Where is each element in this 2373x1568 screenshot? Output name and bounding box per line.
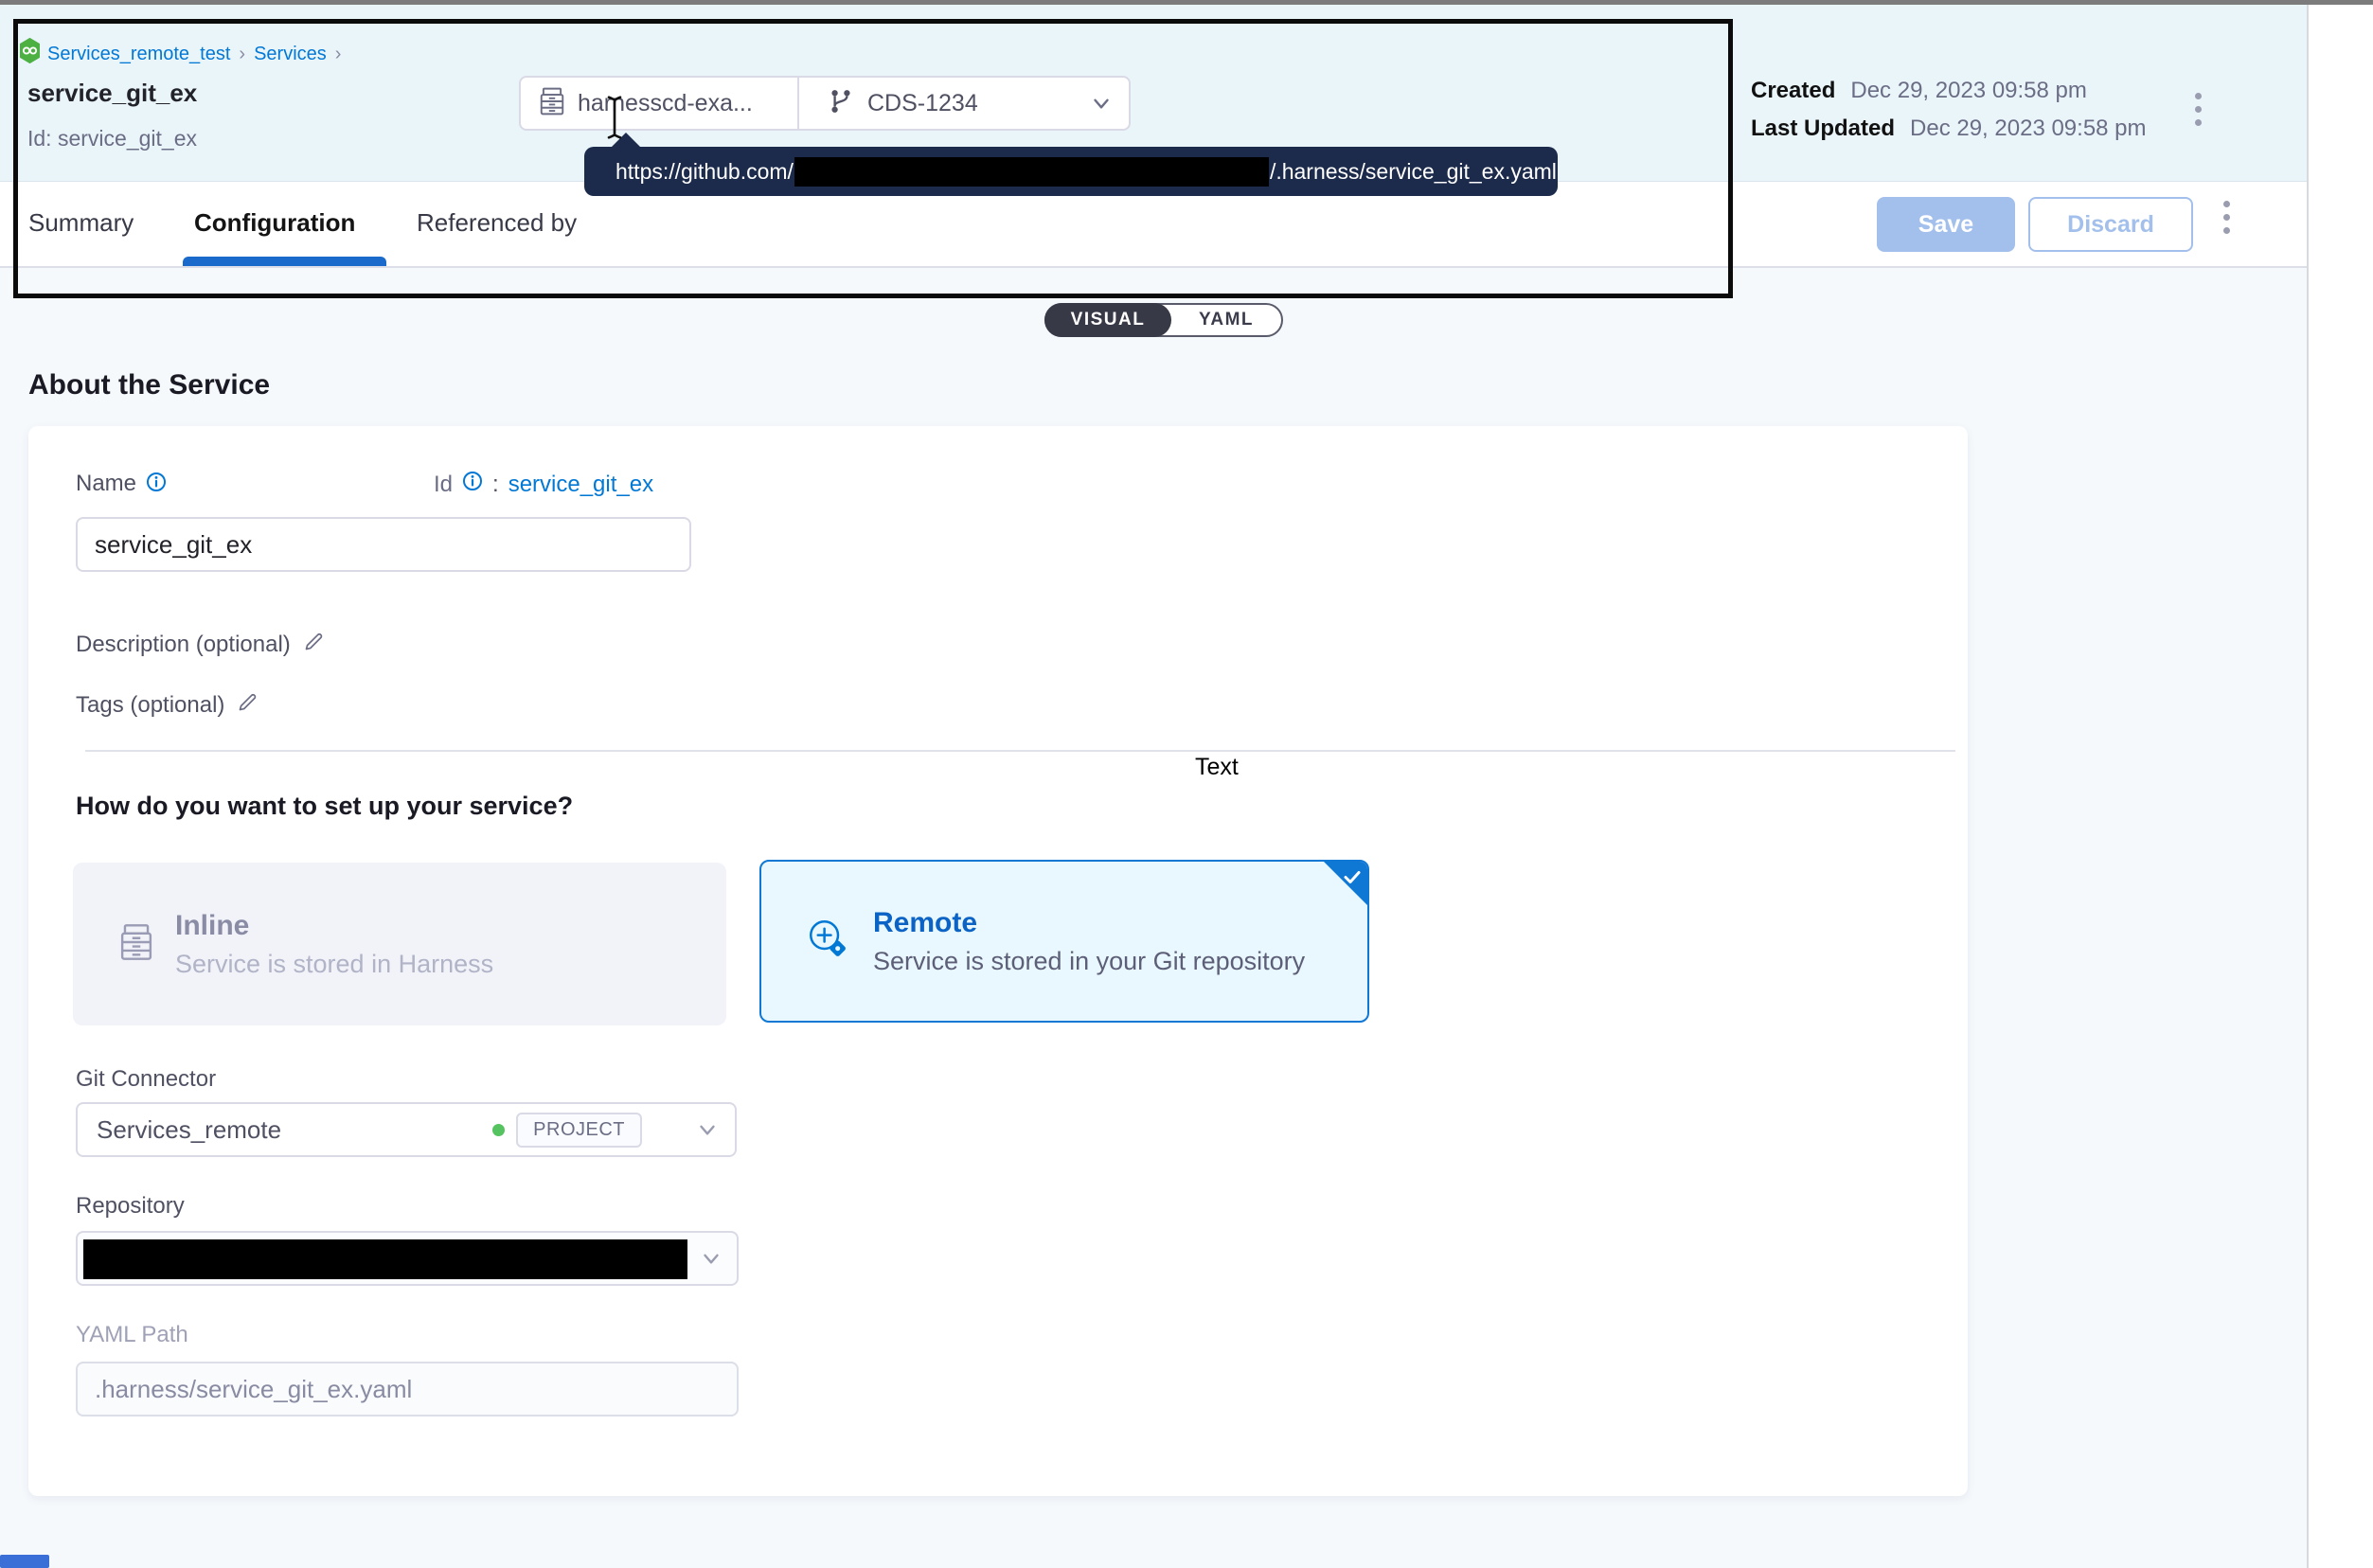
repository-label: Repository	[76, 1193, 185, 1220]
setup-question: How do you want to set up your service?	[76, 792, 573, 821]
selected-branch: CDS-1234	[867, 90, 978, 117]
redaction-bar	[794, 157, 1269, 187]
chevron-down-icon	[699, 1246, 723, 1271]
git-connector-select[interactable]: Services_remote PROJECT	[76, 1102, 737, 1157]
git-connector-value: Services_remote	[97, 1115, 281, 1145]
chevron-down-icon	[1089, 91, 1114, 116]
toggle-visual[interactable]: VISUAL	[1044, 303, 1171, 337]
created-row: Created Dec 29, 2023 09:58 pm	[1751, 78, 2147, 104]
last-updated-value: Dec 29, 2023 09:58 pm	[1910, 116, 2147, 142]
active-tab-underline	[183, 257, 386, 266]
service-id-text: Id: service_git_ex	[27, 126, 197, 151]
tab-referenced-by[interactable]: Referenced by	[417, 182, 577, 263]
git-connector-label: Git Connector	[76, 1066, 216, 1093]
breadcrumb-project-link[interactable]: Services_remote_test	[47, 44, 230, 65]
toggle-yaml[interactable]: YAML	[1171, 305, 1281, 335]
yaml-path-input	[76, 1362, 739, 1417]
cursor-text-annotation: Text	[1195, 754, 1239, 781]
id-row: Id : service_git_ex	[434, 471, 653, 498]
section-title: About the Service	[28, 369, 270, 401]
created-label: Created	[1751, 78, 1835, 104]
section-divider	[85, 750, 1955, 752]
tooltip-url-prefix: https://github.com/	[616, 159, 794, 185]
created-value: Dec 29, 2023 09:58 pm	[1850, 78, 2087, 104]
repository-drawer-icon	[540, 87, 564, 120]
tab-configuration[interactable]: Configuration	[194, 182, 355, 263]
file-url-tooltip: https://github.com/ /.harness/service_gi…	[584, 147, 1558, 196]
last-updated-row: Last Updated Dec 29, 2023 09:58 pm	[1751, 116, 2147, 142]
breadcrumb: Services_remote_test › Services ›	[47, 44, 341, 65]
right-margin-panel	[2307, 5, 2373, 1568]
git-branch-icon	[828, 88, 854, 119]
id-colon: :	[492, 472, 499, 498]
repository-select[interactable]	[76, 1231, 739, 1286]
tags-label: Tags (optional)	[76, 692, 224, 719]
inline-option-description: Service is stored in Harness	[175, 950, 493, 979]
yaml-path-label: YAML Path	[76, 1322, 188, 1348]
visual-yaml-toggle: VISUAL YAML	[1044, 303, 1283, 337]
edit-pencil-icon[interactable]	[302, 631, 325, 658]
breadcrumb-services-link[interactable]: Services	[254, 44, 327, 65]
discard-button[interactable]: Discard	[2028, 197, 2193, 252]
breadcrumb-separator: ›	[335, 44, 342, 65]
service-meta: Created Dec 29, 2023 09:58 pm Last Updat…	[1751, 78, 2147, 142]
harness-service-icon	[19, 38, 41, 68]
breadcrumb-separator: ›	[239, 44, 245, 65]
last-updated-label: Last Updated	[1751, 116, 1895, 142]
id-value-link[interactable]: service_git_ex	[508, 472, 653, 498]
remote-option-card[interactable]: Remote Service is stored in your Git rep…	[759, 860, 1369, 1023]
text-cursor-pointer	[604, 95, 625, 145]
connector-status-dot	[492, 1124, 505, 1136]
chevron-down-icon	[695, 1117, 720, 1142]
name-label-row: Name	[76, 471, 167, 497]
tooltip-url-suffix: /.harness/service_git_ex.yaml	[1270, 159, 1557, 185]
description-label: Description (optional)	[76, 632, 291, 658]
bottom-left-artifact	[0, 1555, 49, 1568]
name-label: Name	[76, 471, 136, 497]
toolbar-more-options-icon[interactable]	[2223, 201, 2230, 234]
save-button[interactable]: Save	[1877, 197, 2015, 252]
description-row: Description (optional)	[76, 631, 325, 658]
redaction-bar	[83, 1239, 687, 1279]
inline-option-title: Inline	[175, 910, 493, 942]
page-title: service_git_ex	[27, 79, 197, 108]
info-icon[interactable]	[146, 472, 167, 497]
service-configuration-page: Services_remote_test › Services › servic…	[0, 0, 2373, 1568]
edit-pencil-icon[interactable]	[236, 691, 259, 719]
header-more-options-icon[interactable]	[2195, 93, 2202, 126]
inline-option-card[interactable]: Inline Service is stored in Harness	[73, 863, 726, 1025]
inline-storage-icon	[120, 923, 152, 966]
remote-option-title: Remote	[873, 907, 1305, 939]
remote-option-description: Service is stored in your Git repository	[873, 947, 1305, 976]
id-label: Id	[434, 472, 453, 498]
scope-badge: PROJECT	[516, 1113, 642, 1148]
remote-git-icon	[805, 916, 852, 968]
tab-summary[interactable]: Summary	[28, 182, 134, 263]
info-icon[interactable]	[462, 471, 483, 498]
tags-row: Tags (optional)	[76, 691, 259, 719]
check-icon	[1341, 865, 1364, 893]
name-input[interactable]	[76, 517, 691, 572]
